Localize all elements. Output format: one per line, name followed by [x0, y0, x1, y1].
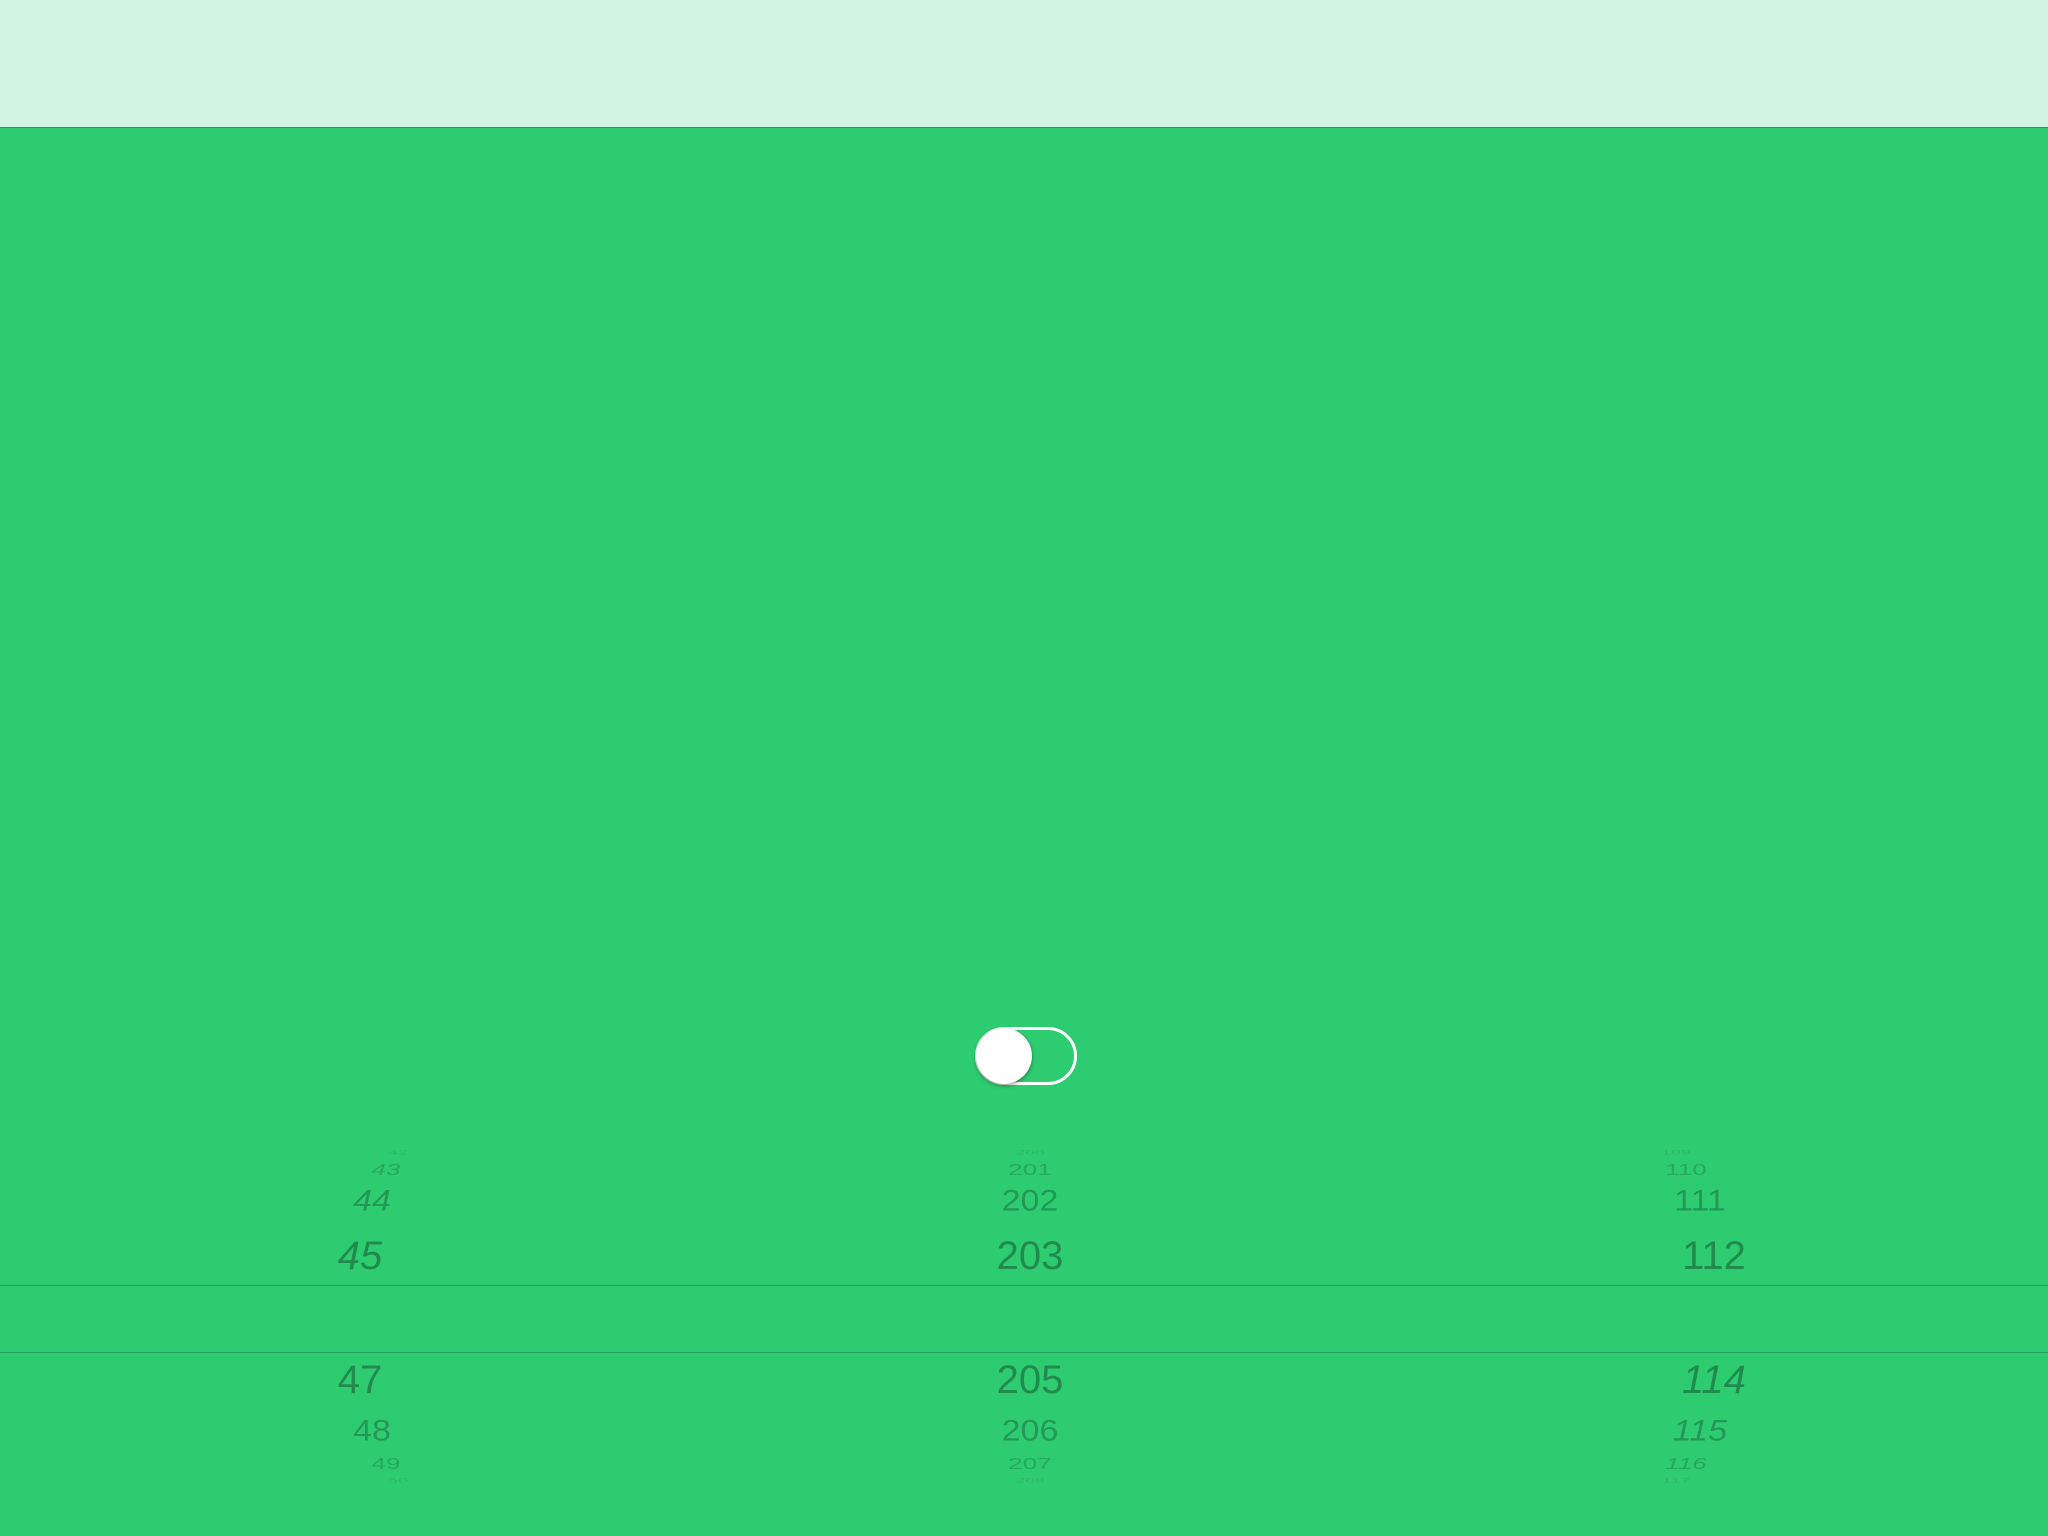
- picker-row: 203: [996, 1234, 1064, 1278]
- picker-row: 43: [371, 1159, 401, 1179]
- toggle-switch[interactable]: [975, 1027, 1077, 1085]
- picker-row: 201: [1008, 1159, 1052, 1179]
- picker-row: 206: [1001, 1414, 1059, 1448]
- picker-row: 116: [1665, 1453, 1707, 1473]
- picker-row: 202: [1001, 1184, 1059, 1218]
- picker-row: 110: [1665, 1159, 1707, 1179]
- picker-row: 207: [1008, 1453, 1052, 1473]
- picker-column-1[interactable]: 42 43 44 45 47 48 49 50: [250, 1130, 470, 1500]
- picker-row: 208: [1014, 1476, 1046, 1484]
- picker-row: 47: [337, 1358, 383, 1402]
- picker-row: 117: [1661, 1476, 1691, 1484]
- app-screen: 42 43 44 45 47 48 49 50 200 201 202 203 …: [0, 0, 2048, 1536]
- picker-row: 44: [353, 1184, 391, 1218]
- picker-row: 109: [1660, 1148, 1692, 1156]
- number-picker[interactable]: 42 43 44 45 47 48 49 50 200 201 202 203 …: [0, 1130, 2048, 1500]
- picker-row: 111: [1674, 1184, 1726, 1218]
- toggle-knob[interactable]: [976, 1028, 1032, 1084]
- picker-row: 114: [1682, 1358, 1746, 1402]
- picker-row: 50: [387, 1476, 409, 1484]
- picker-row: 45: [337, 1234, 383, 1278]
- navigation-bar: [0, 0, 2048, 128]
- picker-row: 205: [996, 1358, 1064, 1402]
- picker-column-3[interactable]: 109 110 111 112 114 115 116 117: [1610, 1130, 1830, 1500]
- picker-row: 49: [371, 1453, 401, 1473]
- picker-column-2[interactable]: 200 201 202 203 205 206 207 208: [920, 1130, 1140, 1500]
- picker-row: 48: [353, 1414, 391, 1448]
- picker-row: 115: [1672, 1414, 1728, 1448]
- picker-row: 200: [1014, 1148, 1046, 1156]
- picker-row: 112: [1682, 1234, 1746, 1278]
- picker-row: 42: [387, 1148, 409, 1156]
